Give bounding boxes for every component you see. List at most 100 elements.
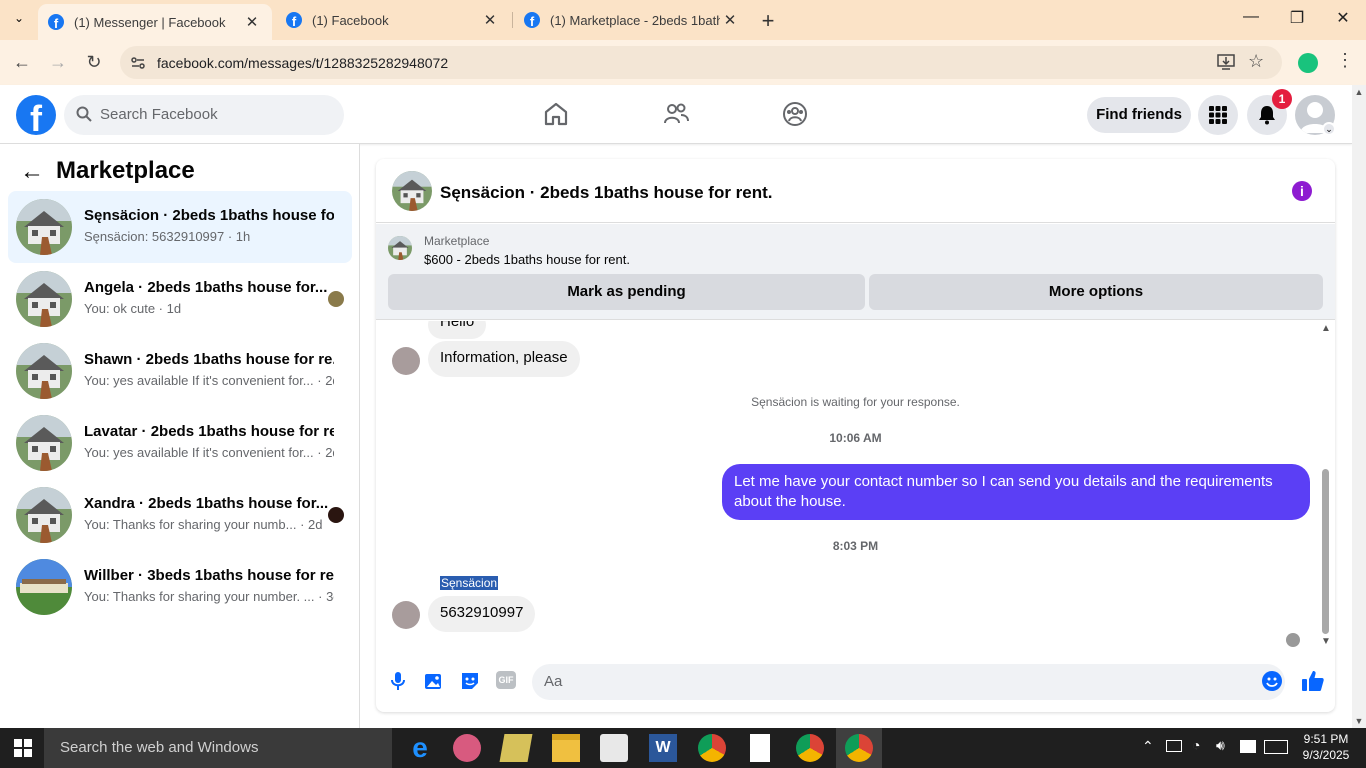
friends-icon[interactable] — [662, 100, 690, 128]
chat-header: Sęnsäcion · 2beds 1baths house for rent.… — [376, 159, 1335, 223]
read-receipt-avatar — [1286, 633, 1300, 647]
conversation-item[interactable]: Angela · 2beds 1baths house for... You: o… — [8, 263, 352, 335]
notification-badge: 1 — [1272, 89, 1292, 109]
page-scrollbar[interactable]: ▲ ▼ — [1352, 85, 1366, 728]
chat-title[interactable]: Sęnsäcion · 2beds 1baths house for rent. — [440, 183, 773, 203]
conversation-preview: You: yes available If it's convenient fo… — [84, 445, 334, 460]
chrome-profile-icon[interactable] — [796, 734, 824, 762]
close-tab-icon[interactable]: ✕ — [480, 11, 500, 29]
message-input[interactable] — [532, 664, 1285, 700]
chat-scrollbar[interactable] — [1322, 469, 1329, 634]
show-hidden-icons-icon[interactable]: ⌃ — [1142, 738, 1154, 755]
incoming-message[interactable]: 5632910997 — [428, 596, 536, 632]
listing-source-label: Marketplace — [424, 234, 490, 248]
keyboard-icon[interactable] — [1264, 740, 1288, 754]
close-tab-icon[interactable]: ✕ — [720, 11, 740, 29]
microphone-icon[interactable] — [390, 671, 406, 691]
conversation-item[interactable]: Willber · 3beds 1baths house for re... Yo… — [8, 551, 352, 623]
tab-marketplace[interactable]: f (1) Marketplace - 2beds 1baths ✕ — [514, 0, 750, 40]
facebook-logo[interactable]: f — [16, 95, 56, 135]
url-text[interactable]: facebook.com/messages/t/1288325282948072 — [157, 55, 448, 71]
tab-messenger[interactable]: f (1) Messenger | Facebook ✕ — [38, 4, 272, 40]
new-tab-button[interactable]: + — [756, 8, 780, 34]
close-window-icon[interactable]: ✕ — [1320, 8, 1366, 28]
file-explorer-icon[interactable] — [552, 734, 580, 762]
listing-thumbnail — [16, 415, 72, 471]
volume-icon[interactable]: 🔊︎ — [1216, 737, 1225, 754]
account-chevron-down-icon[interactable]: ⌄ — [1322, 122, 1336, 136]
incoming-message[interactable]: Information, please — [428, 341, 580, 377]
forward-arrow-icon[interactable]: → — [46, 52, 70, 73]
outgoing-message[interactable]: Let me have your contact number so I can… — [722, 464, 1310, 520]
house-photo — [388, 236, 412, 260]
store-icon[interactable] — [600, 734, 628, 762]
listing-small-thumbnail[interactable] — [388, 236, 412, 260]
menu-grid-button[interactable] — [1198, 95, 1238, 135]
scroll-up-arrow-icon[interactable]: ▲ — [1321, 323, 1331, 334]
reload-icon[interactable]: ↻ — [82, 52, 106, 73]
tab-title: (1) Marketplace - 2beds 1baths — [550, 12, 720, 28]
listing-price-title[interactable]: $600 - 2beds 1baths house for rent. — [424, 252, 630, 267]
conversation-item[interactable]: Shawn · 2beds 1baths house for re... You:… — [8, 335, 352, 407]
wifi-icon[interactable]: ◔ — [1192, 737, 1200, 753]
windows-start-icon[interactable] — [14, 739, 32, 757]
tab-facebook[interactable]: f (1) Facebook ✕ — [276, 0, 510, 40]
browser-menu-icon[interactable]: ⋮ — [1336, 50, 1354, 71]
chat-panel: Sęnsäcion · 2beds 1baths house for rent.… — [376, 159, 1335, 712]
house-photo — [16, 199, 72, 255]
sticky-notes-icon[interactable] — [499, 734, 533, 762]
waiting-notice: Sęnsäcion is waiting for your response. — [751, 395, 960, 409]
install-app-icon[interactable] — [1216, 53, 1236, 71]
minimize-window-icon[interactable]: — — [1228, 8, 1274, 26]
conversation-name: Angela · 2beds 1baths house for... — [84, 279, 328, 296]
grid-icon — [1209, 106, 1227, 124]
conversation-preview: Sęnsäcion: 5632910997 · 1h — [84, 229, 251, 244]
site-info-icon[interactable] — [128, 53, 148, 73]
find-friends-button[interactable]: Find friends — [1087, 97, 1191, 133]
close-tab-icon[interactable]: ✕ — [242, 13, 262, 31]
home-icon[interactable] — [542, 100, 570, 128]
battery-icon[interactable] — [1166, 740, 1182, 752]
conversation-item[interactable]: Sęnsäcion · 2beds 1baths house fo... Sęns… — [8, 191, 352, 263]
taskbar-clock[interactable]: 9:51 PM 9/3/2025 — [1296, 731, 1356, 763]
sender-avatar[interactable] — [392, 601, 420, 629]
conversation-preview: You: yes available If it's convenient fo… — [84, 373, 334, 388]
restore-window-icon[interactable]: ❐ — [1274, 8, 1320, 28]
conversation-name: Xandra · 2beds 1baths house for... — [84, 495, 329, 512]
taskbar-search-input[interactable]: Search the web and Windows — [44, 728, 392, 768]
photo-icon[interactable] — [424, 671, 444, 691]
seen-avatar — [328, 291, 344, 307]
scroll-down-arrow-icon[interactable]: ▼ — [1321, 636, 1331, 647]
more-options-button[interactable]: More options — [869, 274, 1323, 310]
sender-name: Sęnsäcion — [440, 576, 499, 590]
groups-icon[interactable] — [781, 100, 809, 128]
chrome-active-icon[interactable] — [845, 734, 873, 762]
back-arrow-icon[interactable]: ← — [10, 52, 34, 73]
edge-icon[interactable]: e — [406, 734, 434, 762]
back-arrow-icon[interactable]: ← — [20, 158, 44, 186]
mark-as-pending-button[interactable]: Mark as pending — [388, 274, 865, 310]
bookmark-star-icon[interactable]: ☆ — [1248, 51, 1264, 72]
word-icon[interactable]: W — [649, 734, 677, 762]
house-photo — [16, 415, 72, 471]
gif-icon[interactable]: GIF — [496, 671, 516, 689]
conversation-item[interactable]: Lavatar · 2beds 1baths house for re... Yo… — [8, 407, 352, 479]
listing-thumbnail — [16, 271, 72, 327]
info-icon[interactable]: i — [1292, 181, 1312, 201]
sticker-icon[interactable] — [460, 671, 480, 691]
emoji-icon[interactable] — [1262, 671, 1282, 691]
conversation-item[interactable]: Xandra · 2beds 1baths house for... You: T… — [8, 479, 352, 551]
facebook-favicon-icon: f — [286, 12, 302, 28]
extension-icon[interactable] — [1298, 53, 1318, 73]
message-thread: Hello Information, please Sęnsäcion is w… — [376, 321, 1335, 651]
paint-app-icon[interactable] — [453, 734, 481, 762]
chrome-icon[interactable] — [698, 734, 726, 762]
action-center-icon[interactable] — [1240, 740, 1256, 753]
sender-avatar[interactable] — [392, 347, 420, 375]
document-icon[interactable] — [750, 734, 770, 762]
tab-search-button[interactable]: ⌄ — [8, 11, 30, 29]
conversation-preview: You: ok cute · 1d — [84, 301, 182, 316]
listing-thumbnail[interactable] — [392, 171, 432, 211]
incoming-message[interactable]: Hello — [428, 321, 487, 339]
thumbs-up-icon[interactable] — [1301, 669, 1325, 693]
